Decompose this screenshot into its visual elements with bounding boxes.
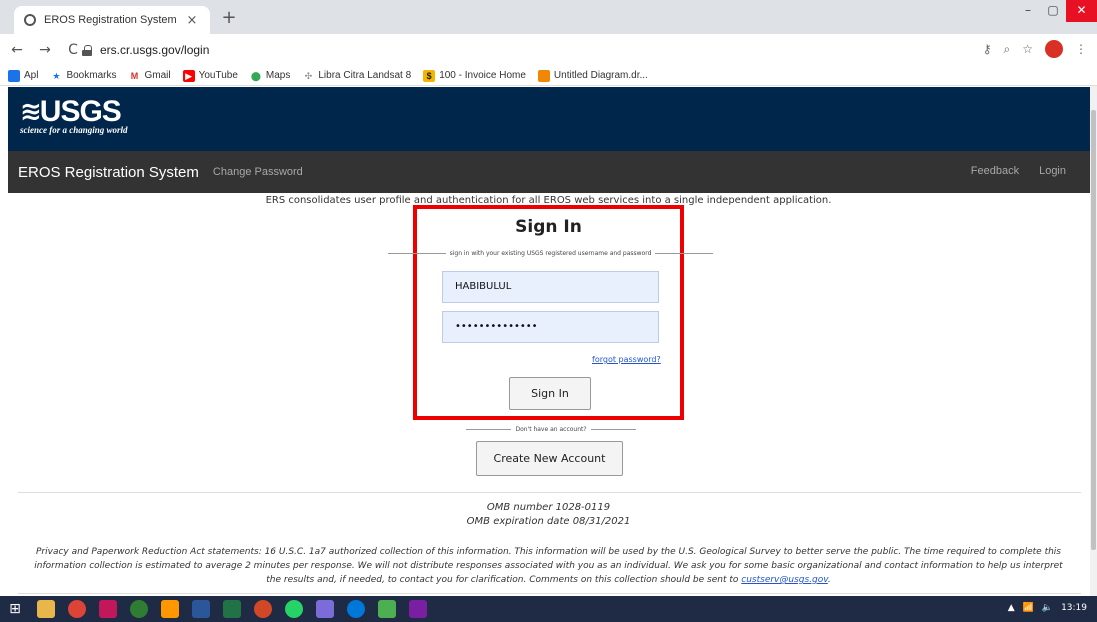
omb-number: OMB number 1028-0119	[486, 502, 611, 513]
usgs-waves-icon: ≋	[20, 97, 42, 127]
file-explorer-icon[interactable]	[37, 600, 55, 618]
bookmark-diagram[interactable]: Untitled Diagram.dr...	[537, 69, 648, 82]
browser-tab-bar: EROS Registration System × + – ▢ ✕	[0, 0, 1097, 34]
dollar-icon: $	[423, 69, 436, 82]
bookmark-gmail[interactable]: M Gmail	[128, 70, 171, 82]
usgs-tagline: science for a changing world	[20, 125, 128, 135]
new-tab-button[interactable]: +	[218, 8, 240, 30]
zoom-icon[interactable]: ⌕	[1004, 42, 1011, 57]
star-icon[interactable]: ☆	[1022, 42, 1033, 56]
chrome-icon[interactable]	[68, 600, 86, 618]
bookmarks-bar: Apl ★ Bookmarks M Gmail ▶ YouTube ⬤ Maps ✣ Li…	[0, 66, 1097, 86]
volume-icon[interactable]: 🔈	[1042, 603, 1053, 613]
signin-title: Sign In	[515, 217, 582, 237]
password-field[interactable]: ••••••••••••••	[442, 311, 659, 343]
key-icon[interactable]: ⚷	[983, 42, 992, 56]
nav-feedback[interactable]: Feedback	[971, 165, 1019, 177]
url-text: ers.cr.usgs.gov/login	[100, 43, 210, 57]
whatsapp-icon[interactable]	[285, 600, 303, 618]
address-bar: ← → C ers.cr.usgs.gov/login ⚷ ⌕ ☆ ⋮	[0, 34, 1097, 66]
nav-login[interactable]: Login	[1039, 165, 1066, 177]
powerpoint-icon[interactable]	[254, 600, 272, 618]
edge-icon[interactable]	[347, 600, 365, 618]
usgs-logo[interactable]: ≋USGS science for a changing world	[20, 95, 128, 135]
create-account-button[interactable]: Create New Account	[476, 441, 623, 476]
signin-subtitle: sign in with your existing USGS register…	[388, 250, 713, 257]
profile-avatar-icon[interactable]	[1045, 40, 1063, 58]
windows-taskbar: ⊞ ▲ 📶 🔈 13:19	[0, 596, 1097, 622]
window-maximize-button[interactable]: ▢	[1041, 0, 1065, 22]
bookmark-bookmarks[interactable]: ★ Bookmarks	[50, 70, 116, 82]
app-title[interactable]: EROS Registration System	[18, 164, 199, 181]
back-arrow-icon[interactable]: ←	[6, 42, 28, 58]
satellite-icon: ✣	[304, 70, 313, 81]
privacy-statement: Privacy and Paperwork Reduction Act stat…	[34, 547, 1063, 585]
forgot-password-link[interactable]: forgot password?	[592, 355, 661, 364]
footer-divider-bottom	[18, 593, 1081, 594]
site-navbar: EROS Registration System Change Password…	[8, 151, 1090, 193]
bookmark-maps[interactable]: ⬤ Maps	[250, 70, 291, 82]
excel-icon[interactable]	[223, 600, 241, 618]
apps-grid-icon	[8, 69, 20, 82]
network-icon[interactable]: 📶	[1023, 603, 1034, 613]
contact-email-link[interactable]: custserv@usgs.gov	[741, 575, 828, 585]
url-field[interactable]: ers.cr.usgs.gov/login	[82, 38, 1002, 62]
gmail-icon: M	[130, 70, 139, 81]
tab-title: EROS Registration System	[44, 14, 177, 26]
usgs-wordmark: USGS	[39, 95, 122, 128]
globe-favicon-icon	[24, 14, 36, 26]
nav-change-password[interactable]: Change Password	[213, 166, 303, 178]
window-minimize-button[interactable]: –	[1016, 0, 1040, 22]
drawio-icon	[537, 69, 550, 82]
footer-divider	[18, 492, 1081, 493]
search-app-icon[interactable]	[130, 600, 148, 618]
signin-button[interactable]: Sign In	[509, 377, 591, 410]
scrollbar-thumb[interactable]	[1091, 110, 1096, 550]
bookmark-apps[interactable]: Apl	[8, 69, 38, 82]
usgs-header: ≋USGS science for a changing world	[8, 87, 1090, 151]
app-icon[interactable]	[99, 600, 117, 618]
star-icon: ★	[52, 70, 61, 81]
word-icon[interactable]	[192, 600, 210, 618]
browser-tab[interactable]: EROS Registration System ×	[14, 6, 210, 34]
windows-start-icon[interactable]: ⊞	[6, 600, 24, 618]
tab-close-icon[interactable]: ×	[184, 13, 200, 28]
reload-icon[interactable]: C	[62, 42, 84, 58]
photos-icon[interactable]	[378, 600, 396, 618]
tray-chevron-icon[interactable]: ▲	[1008, 603, 1015, 613]
username-field[interactable]: HABIBULUL	[442, 271, 659, 303]
mail-icon[interactable]	[316, 600, 334, 618]
maps-pin-icon: ⬤	[250, 70, 261, 81]
menu-dots-icon[interactable]: ⋮	[1075, 42, 1087, 56]
bookmark-libra[interactable]: ✣ Libra Citra Landsat 8	[302, 70, 412, 82]
bookmark-youtube[interactable]: ▶ YouTube	[182, 69, 238, 82]
bookmark-invoice[interactable]: $100 - Invoice Home	[423, 69, 526, 82]
no-account-text: Don't have an account?	[466, 426, 636, 433]
lock-icon	[82, 44, 92, 56]
address-bar-actions: ⚷ ⌕ ☆ ⋮	[983, 40, 1087, 58]
clock[interactable]: 13:19	[1061, 603, 1087, 613]
window-close-button[interactable]: ✕	[1066, 0, 1097, 22]
forward-arrow-icon[interactable]: →	[34, 42, 56, 58]
system-tray: ▲ 📶 🔈 13:19	[1008, 603, 1087, 613]
app-icon[interactable]	[409, 600, 427, 618]
app-icon[interactable]	[161, 600, 179, 618]
youtube-icon: ▶	[182, 69, 195, 82]
omb-expiration: OMB expiration date 08/31/2021	[466, 516, 631, 527]
